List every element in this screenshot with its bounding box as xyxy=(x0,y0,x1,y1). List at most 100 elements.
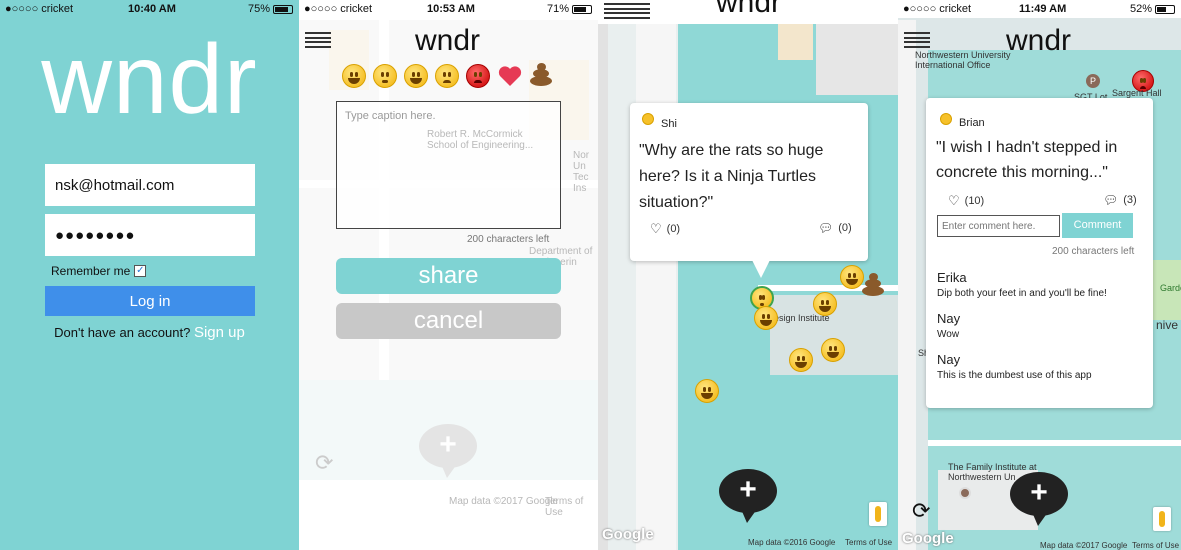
password-field[interactable] xyxy=(45,214,255,256)
comment-row[interactable]: 💬︎ (0) xyxy=(818,221,852,235)
status-bar: ●○○○○ cricket 10:40 AM 75% xyxy=(0,0,299,18)
frowning-face-icon[interactable] xyxy=(435,64,459,88)
map-place-label: Sargent Hall xyxy=(1112,88,1162,98)
comments-screen: ●○○○○ cricket 11:49 AM 52% wndr Northwes… xyxy=(898,0,1181,550)
post-card[interactable]: Brian "I wish I hadn't stepped in concre… xyxy=(926,98,1153,408)
map-pin-poo-icon[interactable] xyxy=(860,272,886,296)
map-data-label: Map data ©2017 Google xyxy=(449,496,559,507)
terms-label: Terms of Use xyxy=(545,496,584,518)
map-place-label: Northwestern University International Of… xyxy=(915,50,1011,70)
char-count: 200 characters left xyxy=(467,234,550,245)
email-field[interactable] xyxy=(45,164,255,206)
comment-author: Nay xyxy=(937,311,961,326)
heart-outline-icon[interactable]: ♡ xyxy=(650,221,662,237)
battery-indicator: 52% xyxy=(1130,3,1175,15)
comment-input[interactable] xyxy=(937,215,1060,237)
remember-checkbox[interactable]: ✓ xyxy=(134,265,147,277)
post-author: Shi xyxy=(661,118,677,130)
google-logo: Google xyxy=(602,526,654,543)
battery-icon xyxy=(1155,4,1175,14)
char-count: 200 characters left xyxy=(1052,246,1135,257)
map-screen: wndr Shi "Why are the rats so huge here?… xyxy=(598,0,898,550)
google-logo: Google xyxy=(902,530,954,547)
remember-label: Remember me xyxy=(51,264,131,278)
angry-face-icon[interactable] xyxy=(466,64,490,88)
carrier-label: ●○○○○ cricket xyxy=(304,3,373,15)
battery-icon xyxy=(273,4,293,14)
street-view-icon[interactable] xyxy=(1153,507,1171,531)
refresh-icon[interactable]: ⟳ xyxy=(315,450,333,476)
map-pin-face-icon[interactable] xyxy=(813,292,837,316)
comment-icon[interactable]: 💬︎ xyxy=(818,221,833,235)
app-title: wndr xyxy=(415,24,481,57)
compose-screen: ●○○○○ cricket 10:53 AM 71% wndr Type cap… xyxy=(299,0,598,550)
like-row[interactable]: ♡ (10) xyxy=(948,193,984,209)
caption-input[interactable]: Type caption here. Robert R. McCormick S… xyxy=(336,101,561,229)
pile-of-poo-icon[interactable] xyxy=(528,62,554,86)
card-pointer xyxy=(752,260,770,278)
clock: 11:49 AM xyxy=(1019,3,1067,15)
comment-icon[interactable]: 💬︎ xyxy=(1103,193,1118,207)
signup-link[interactable]: Sign up xyxy=(194,324,245,341)
post-quote: "Why are the rats so huge here? Is it a … xyxy=(639,142,824,211)
comment-button[interactable]: Comment xyxy=(1062,213,1133,238)
remember-me: Remember me ✓ xyxy=(51,264,147,278)
terms-link[interactable]: Terms of Use xyxy=(1132,541,1179,550)
comment-row[interactable]: 💬︎ (3) xyxy=(1103,193,1137,207)
post-card[interactable]: Shi "Why are the rats so huge here? Is i… xyxy=(630,103,868,261)
add-post-icon[interactable]: + xyxy=(719,469,777,523)
menu-icon[interactable] xyxy=(604,3,650,19)
battery-percent: 71% xyxy=(546,3,569,15)
map-pin-face-icon[interactable] xyxy=(754,306,778,330)
battery-indicator: 75% xyxy=(248,3,293,15)
like-row[interactable]: ♡ (0) xyxy=(650,221,680,237)
tears-of-joy-face-icon[interactable] xyxy=(404,64,428,88)
terms-link[interactable]: Terms of Use xyxy=(845,538,892,547)
app-title: wndr xyxy=(716,0,782,19)
status-bar: ●○○○○ cricket 11:49 AM 52% xyxy=(898,0,1181,18)
heart-outline-icon[interactable]: ♡ xyxy=(948,193,960,209)
app-logo: wndr xyxy=(41,24,258,134)
comment-count: (0) xyxy=(838,222,852,234)
grinning-face-icon xyxy=(940,113,952,125)
post-quote: "I wish I hadn't stepped in concrete thi… xyxy=(936,139,1118,181)
thinking-face-icon[interactable] xyxy=(373,64,397,88)
map-place-label: Garde xyxy=(1160,283,1181,293)
add-post-icon[interactable]: + xyxy=(419,424,477,478)
map-pin-face-icon[interactable] xyxy=(821,338,845,362)
battery-percent: 75% xyxy=(247,3,270,15)
comment-text: This is the dumbest use of this app xyxy=(937,370,1092,381)
heart-icon[interactable] xyxy=(497,64,523,88)
battery-indicator: 71% xyxy=(547,3,592,15)
parking-icon: P xyxy=(1086,74,1100,88)
no-account-text: Don't have an account? xyxy=(54,325,191,340)
comment-text: Wow xyxy=(937,329,960,340)
like-count: (0) xyxy=(666,223,681,235)
share-button[interactable]: share xyxy=(336,258,561,294)
thinking-face-icon xyxy=(642,113,654,125)
like-count: (10) xyxy=(964,195,985,207)
carrier-label: ●○○○○ cricket xyxy=(5,3,74,15)
comment-author: Nay xyxy=(937,352,961,367)
battery-icon xyxy=(572,4,592,14)
map-pin-face-icon[interactable] xyxy=(695,379,719,403)
add-post-icon[interactable]: + xyxy=(1010,472,1068,526)
map-label: Robert R. McCormick School of Engineerin… xyxy=(427,129,534,151)
login-screen: ●○○○○ cricket 10:40 AM 75% wndr Remember… xyxy=(0,0,299,550)
refresh-icon[interactable]: ⟳ xyxy=(912,498,930,524)
signup-row: Don't have an account? Sign up xyxy=(0,324,299,341)
grinning-face-icon[interactable] xyxy=(342,64,366,88)
carrier-label: ●○○○○ cricket xyxy=(903,3,972,15)
caption-placeholder: Type caption here. xyxy=(345,110,436,122)
comment-text: Dip both your feet in and you'll be fine… xyxy=(937,288,1107,299)
comment-author: Erika xyxy=(937,270,967,285)
cancel-button[interactable]: cancel xyxy=(336,303,561,339)
status-bar: ●○○○○ cricket 10:53 AM 71% xyxy=(299,0,598,18)
map-pin-face-icon[interactable] xyxy=(789,348,813,372)
login-button[interactable]: Log in xyxy=(45,286,255,316)
street-view-icon[interactable] xyxy=(869,502,887,526)
map-label: Nor Un Tec Ins xyxy=(573,150,590,194)
menu-icon[interactable] xyxy=(305,32,331,48)
menu-icon[interactable] xyxy=(904,32,930,48)
battery-percent: 52% xyxy=(1129,3,1152,15)
